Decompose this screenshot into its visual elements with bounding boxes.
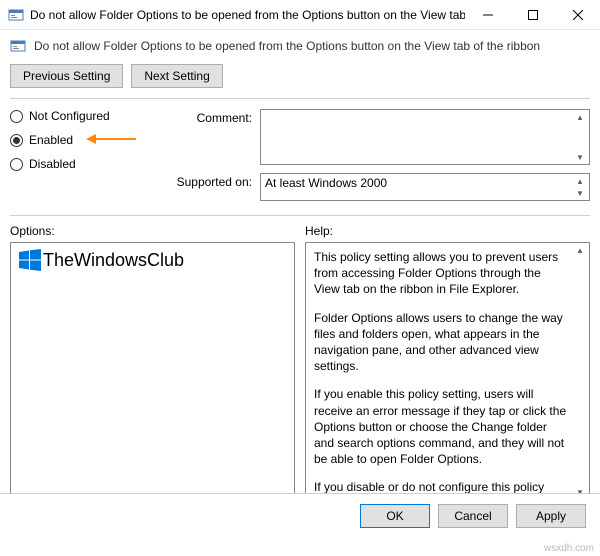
- help-paragraph: If you enable this policy setting, users…: [314, 386, 581, 467]
- policy-title: Do not allow Folder Options to be opened…: [34, 39, 540, 53]
- previous-setting-button[interactable]: Previous Setting: [10, 64, 123, 88]
- radio-label: Disabled: [29, 157, 76, 171]
- titlebar: Do not allow Folder Options to be opened…: [0, 0, 600, 30]
- radio-icon: [10, 134, 23, 147]
- scroll-down-icon[interactable]: ▼: [572, 187, 588, 199]
- scroll-up-icon[interactable]: ▲: [572, 111, 588, 123]
- windows-logo-icon: [19, 249, 41, 271]
- options-watermark: TheWindowsClub: [19, 249, 286, 271]
- radio-label: Enabled: [29, 133, 73, 147]
- radio-enabled[interactable]: Enabled: [10, 133, 150, 147]
- app-icon: [8, 7, 24, 23]
- options-label: Options:: [10, 224, 295, 238]
- scroll-up-icon[interactable]: ▲: [572, 175, 588, 187]
- state-radio-group: Not Configured Enabled Disabled: [10, 109, 150, 209]
- radio-label: Not Configured: [29, 109, 110, 123]
- comment-input[interactable]: ▲ ▼: [260, 109, 590, 165]
- help-column: Help: This policy setting allows you to …: [305, 224, 590, 500]
- radio-not-configured[interactable]: Not Configured: [10, 109, 150, 123]
- scroll-down-icon[interactable]: ▼: [572, 151, 588, 163]
- supported-on-box: At least Windows 2000 ▲ ▼: [260, 173, 590, 201]
- minimize-button[interactable]: [465, 0, 510, 30]
- options-column: Options: TheWindowsClub: [10, 224, 295, 500]
- radio-icon: [10, 158, 23, 171]
- options-panel: TheWindowsClub: [10, 242, 295, 500]
- lower-section: Options: TheWindowsClub Help: This polic…: [0, 216, 600, 508]
- supported-on-value: At least Windows 2000: [265, 176, 387, 190]
- window-title: Do not allow Folder Options to be opened…: [30, 8, 465, 22]
- radio-icon: [10, 110, 23, 123]
- apply-button[interactable]: Apply: [516, 504, 586, 528]
- help-paragraph: This policy setting allows you to preven…: [314, 249, 581, 298]
- supported-on-label: Supported on:: [170, 173, 260, 189]
- policy-icon: [10, 38, 26, 54]
- help-paragraph: Folder Options allows users to change th…: [314, 310, 581, 375]
- window-controls: [465, 0, 600, 30]
- help-panel[interactable]: This policy setting allows you to preven…: [305, 242, 590, 500]
- comment-label: Comment:: [170, 109, 260, 125]
- watermark-text: TheWindowsClub: [43, 250, 184, 271]
- cancel-button[interactable]: Cancel: [438, 504, 508, 528]
- config-section: Not Configured Enabled Disabled Comment:…: [0, 99, 600, 215]
- close-button[interactable]: [555, 0, 600, 30]
- maximize-button[interactable]: [510, 0, 555, 30]
- subtitle-row: Do not allow Folder Options to be opened…: [0, 30, 600, 60]
- next-setting-button[interactable]: Next Setting: [131, 64, 222, 88]
- help-content: This policy setting allows you to preven…: [314, 249, 581, 500]
- scroll-up-icon[interactable]: ▲: [572, 244, 588, 256]
- dialog-footer: OK Cancel Apply: [0, 493, 600, 538]
- comment-area: Comment: ▲ ▼ Supported on: At least Wind…: [170, 109, 590, 209]
- radio-disabled[interactable]: Disabled: [10, 157, 150, 171]
- help-label: Help:: [305, 224, 590, 238]
- nav-buttons: Previous Setting Next Setting: [0, 60, 600, 98]
- page-watermark: wsxdh.com: [544, 543, 594, 554]
- ok-button[interactable]: OK: [360, 504, 430, 528]
